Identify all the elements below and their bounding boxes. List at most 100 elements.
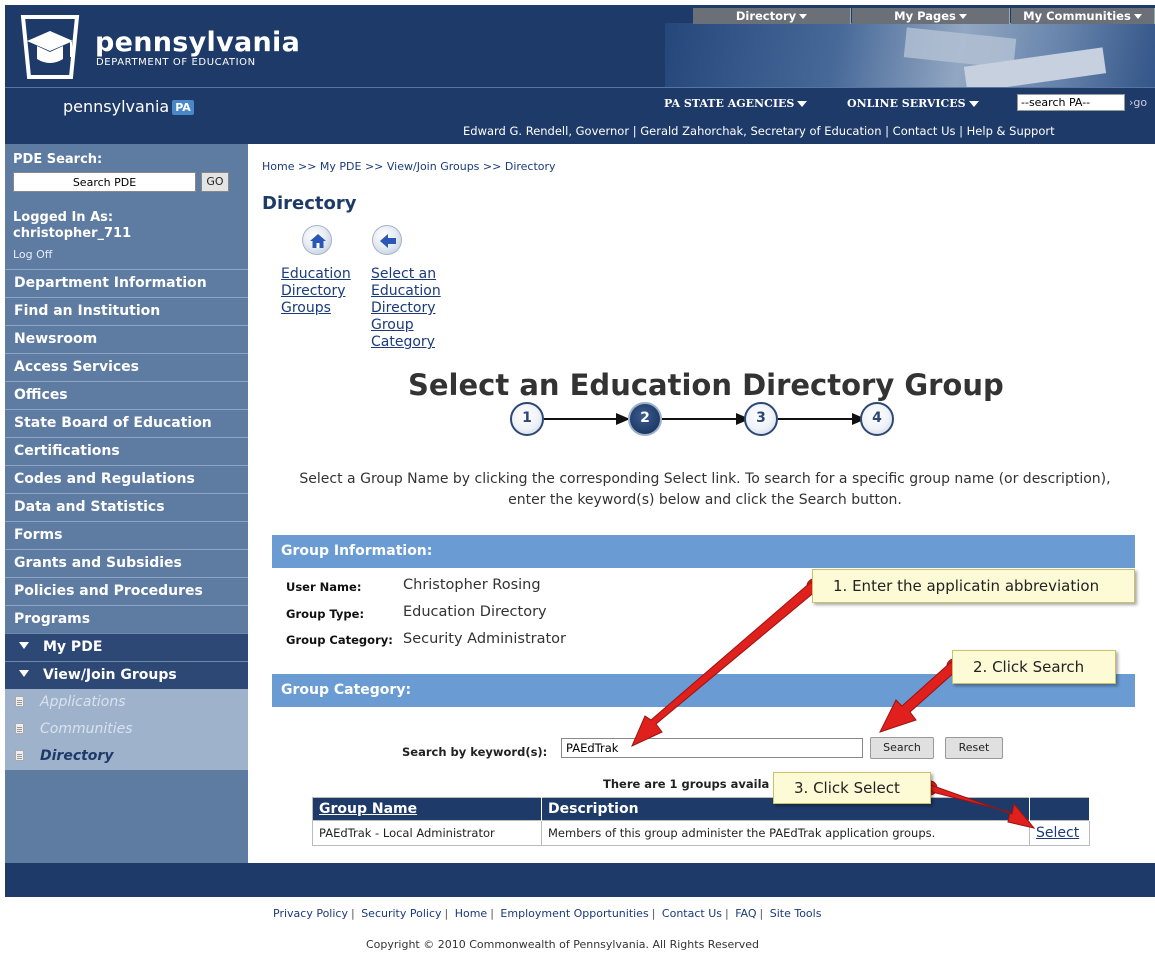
logged-in-info: Logged In As: christopher_711 bbox=[13, 210, 132, 241]
user-name-value: Christopher Rosing bbox=[403, 577, 541, 593]
logo-title[interactable]: pennsylvania bbox=[95, 27, 300, 58]
group-name-cell: PAEdTrak - Local Administrator bbox=[312, 820, 542, 846]
step-4: 4 bbox=[860, 402, 894, 436]
pa-brand[interactable]: pennsylvania PA bbox=[63, 97, 194, 116]
username: christopher_711 bbox=[13, 226, 132, 241]
menu-my-communities[interactable]: My Communities bbox=[1011, 8, 1155, 24]
table-row: PAEdTrak - Local Administrator Members o… bbox=[312, 820, 1090, 846]
dropdown-caret-icon bbox=[958, 14, 967, 19]
dropdown-caret-icon bbox=[968, 101, 979, 107]
footer-link-faq[interactable]: FAQ bbox=[735, 907, 756, 920]
dropdown-caret-icon bbox=[797, 101, 808, 107]
select-cell: Select bbox=[1029, 820, 1090, 846]
sidebar-subitem-communities[interactable]: Communities bbox=[5, 716, 248, 743]
sidebar: PDE Search: GO Logged In As: christopher… bbox=[5, 144, 248, 863]
callout-1: 1. Enter the applicatin abbreviation bbox=[812, 569, 1135, 603]
education-directory-groups-link[interactable]: Education Directory Groups bbox=[281, 266, 361, 317]
copyright: Copyright © 2010 Commonwealth of Pennsyl… bbox=[366, 938, 760, 951]
document-icon bbox=[15, 723, 24, 734]
pa-search-input[interactable] bbox=[1017, 94, 1125, 111]
callout-3: 3. Click Select bbox=[773, 772, 931, 804]
sidebar-item-data-and-statistics[interactable]: Data and Statistics bbox=[5, 493, 248, 521]
main-heading: Select an Education Directory Group bbox=[408, 368, 1004, 402]
sub-header: pennsylvania PA PA STATE AGENCIES ONLINE … bbox=[5, 87, 1155, 144]
menu-online-services[interactable]: ONLINE SERVICES bbox=[847, 97, 979, 110]
sidebar-item-certifications[interactable]: Certifications bbox=[5, 437, 248, 465]
instructions-text: Select a Group Name by clicking the corr… bbox=[299, 471, 1111, 508]
footer-link-privacy[interactable]: Privacy Policy bbox=[273, 907, 348, 920]
sidebar-item-forms[interactable]: Forms bbox=[5, 521, 248, 549]
footer-link-home[interactable]: Home bbox=[455, 907, 487, 920]
callout-2: 2. Click Search bbox=[952, 650, 1116, 684]
keystone-graduation-cap-icon[interactable] bbox=[15, 13, 85, 81]
footer-link-site-tools[interactable]: Site Tools bbox=[770, 907, 822, 920]
footer-link-security[interactable]: Security Policy bbox=[361, 907, 441, 920]
sidebar-item-my-pde[interactable]: My PDE bbox=[5, 633, 248, 661]
sidebar-item-access-services[interactable]: Access Services bbox=[5, 353, 248, 381]
search-button[interactable]: Search bbox=[870, 737, 934, 759]
select-group-category-link[interactable]: Select an Education Directory Group Cate… bbox=[371, 266, 451, 351]
group-category-value: Security Administrator bbox=[403, 631, 566, 647]
group-type-value: Education Directory bbox=[403, 604, 547, 620]
footer-links: Privacy Policy | Security Policy | Home | E… bbox=[273, 907, 822, 920]
groups-table: Group Name Description PAEdTrak - Local … bbox=[312, 797, 1090, 846]
sidebar-item-state-board[interactable]: State Board of Education bbox=[5, 409, 248, 437]
dropdown-caret-icon bbox=[799, 14, 808, 19]
description-cell: Members of this group administer the PAE… bbox=[541, 820, 1030, 846]
step-arrow bbox=[544, 418, 622, 420]
group-category-label: Group Category: bbox=[286, 633, 393, 647]
header-photo bbox=[665, 23, 1155, 87]
breadcrumb[interactable]: Home >> My PDE >> View/Join Groups >> Di… bbox=[262, 160, 556, 173]
sidebar-item-codes-and-regulations[interactable]: Codes and Regulations bbox=[5, 465, 248, 493]
pa-badge-icon: PA bbox=[172, 100, 194, 115]
sidebar-item-offices[interactable]: Offices bbox=[5, 381, 248, 409]
footer-bar bbox=[5, 863, 1155, 897]
document-icon bbox=[15, 750, 24, 761]
select-link[interactable]: Select bbox=[1036, 825, 1079, 841]
menu-pa-state-agencies[interactable]: PA STATE AGENCIES bbox=[664, 97, 808, 110]
user-name-label: User Name: bbox=[286, 580, 362, 594]
log-off-link[interactable]: Log Off bbox=[13, 248, 52, 261]
menu-directory[interactable]: Directory bbox=[693, 8, 851, 24]
page-title: Directory bbox=[262, 193, 357, 214]
annotation-arrow-1 bbox=[631, 581, 818, 748]
home-icon[interactable] bbox=[302, 225, 332, 255]
logo-subtitle: DEPARTMENT OF EDUCATION bbox=[96, 57, 256, 68]
pde-search-input[interactable] bbox=[13, 172, 196, 192]
governor-line: Edward G. Rendell, Governor | Gerald Zah… bbox=[463, 124, 1055, 138]
footer-link-contact[interactable]: Contact Us bbox=[662, 907, 722, 920]
step-arrow bbox=[662, 418, 742, 420]
pa-search-go[interactable]: ›go bbox=[1129, 96, 1147, 109]
menu-my-pages[interactable]: My Pages bbox=[852, 8, 1010, 24]
step-3: 3 bbox=[744, 402, 778, 436]
sidebar-item-programs[interactable]: Programs bbox=[5, 605, 248, 633]
sidebar-item-grants-and-subsidies[interactable]: Grants and Subsidies bbox=[5, 549, 248, 577]
keyword-search-input[interactable] bbox=[561, 738, 863, 758]
group-type-label: Group Type: bbox=[286, 607, 365, 621]
groups-count-text: There are 1 groups availa bbox=[603, 777, 770, 791]
column-action bbox=[1029, 797, 1090, 821]
expanded-triangle-icon bbox=[19, 642, 29, 649]
sidebar-subitem-applications[interactable]: Applications bbox=[5, 689, 248, 716]
column-group-name[interactable]: Group Name bbox=[312, 797, 542, 821]
step-arrow bbox=[778, 418, 858, 420]
sidebar-item-department-information[interactable]: Department Information bbox=[5, 269, 248, 297]
dropdown-caret-icon bbox=[1133, 14, 1142, 19]
group-information-header: Group Information: bbox=[272, 535, 1135, 568]
step-1: 1 bbox=[510, 402, 544, 436]
keyword-label: Search by keyword(s): bbox=[402, 745, 548, 759]
step-2: 2 bbox=[628, 402, 662, 436]
sidebar-item-newsroom[interactable]: Newsroom bbox=[5, 325, 248, 353]
table-header-row: Group Name Description bbox=[312, 797, 1090, 821]
footer-link-employment[interactable]: Employment Opportunities bbox=[500, 907, 648, 920]
sidebar-nav: Department Information Find an Instituti… bbox=[5, 269, 248, 770]
site-header: pennsylvania DEPARTMENT OF EDUCATION Dir… bbox=[5, 5, 1155, 87]
expanded-triangle-icon bbox=[19, 670, 29, 677]
reset-button[interactable]: Reset bbox=[945, 737, 1003, 759]
back-arrow-icon[interactable] bbox=[372, 225, 402, 255]
sidebar-item-policies-and-procedures[interactable]: Policies and Procedures bbox=[5, 577, 248, 605]
sidebar-subitem-directory[interactable]: Directory bbox=[5, 743, 248, 770]
pde-search-go-button[interactable]: GO bbox=[201, 172, 229, 192]
sidebar-item-find-an-institution[interactable]: Find an Institution bbox=[5, 297, 248, 325]
sidebar-item-view-join-groups[interactable]: View/Join Groups bbox=[5, 661, 248, 689]
